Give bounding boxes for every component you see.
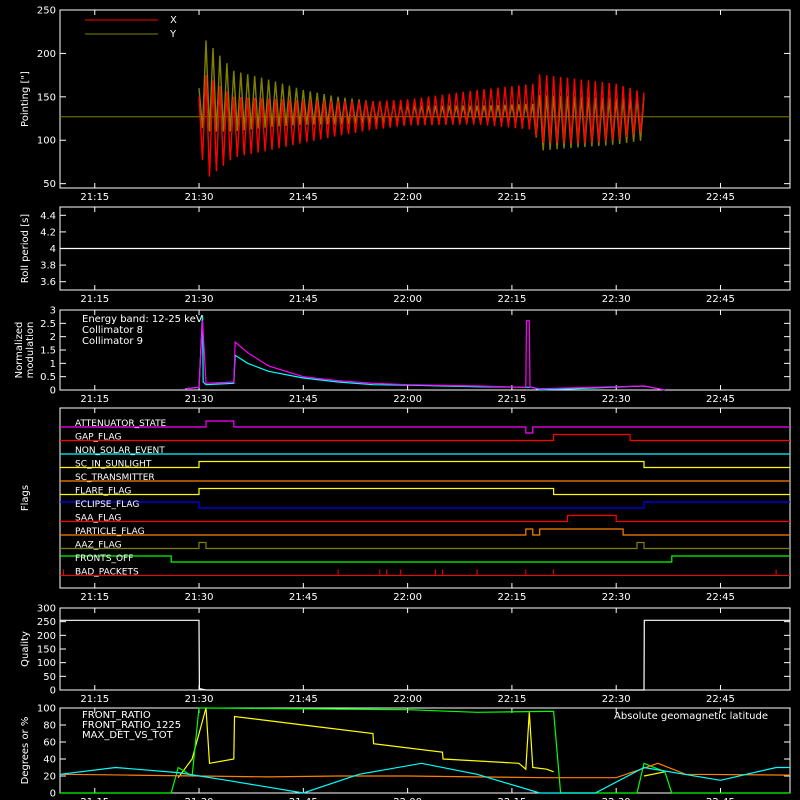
y-tick-label: 2.5 [40,319,56,330]
legend-label: Collimator 8 [82,325,143,336]
x-tick-label: 22:45 [706,694,735,705]
x-tick-label: 22:00 [393,592,422,603]
y-tick-label: 200 [37,49,56,60]
x-tick-label: 22:00 [393,294,422,305]
x-tick-label: 21:45 [289,592,318,603]
x-tick-label: 21:15 [80,592,109,603]
y-tick-label: 40 [43,755,56,766]
y-tick-label: 150 [37,92,56,103]
y-tick-label: 0 [50,686,56,697]
y-tick-label: 20 [43,772,56,783]
x-tick-label: 22:45 [706,294,735,305]
legend-label: Y [169,29,177,40]
y-axis-label: Quality [20,631,31,667]
y-tick-label: 50 [43,179,56,190]
flag-label: ECLIPSE_FLAG [75,500,139,510]
y-tick-label: 3.8 [40,261,56,272]
x-tick-label: 21:30 [185,294,214,305]
y-tick-label: 3.6 [40,277,56,288]
y-tick-label: 1 [50,359,56,370]
x-tick-label: 21:45 [289,192,318,203]
y-tick-label: 0 [50,789,56,800]
y-axis-label: Degrees or % [20,717,31,785]
x-tick-label: 22:15 [497,592,526,603]
x-tick-label: 21:45 [289,394,318,405]
legend-label: X [170,15,177,26]
annotation: Absolute geomagnetic latitude [614,711,768,722]
x-tick-label: 21:30 [185,192,214,203]
y-axis-label: Flags [20,485,31,511]
y-tick-label: 50 [43,672,56,683]
x-tick-label: 22:45 [706,394,735,405]
legend-label: Collimator 9 [82,336,143,347]
x-tick-label: 22:15 [497,394,526,405]
y-tick-label: 150 [37,645,56,656]
y-tick-label: 1.5 [40,346,56,357]
x-tick-label: 22:00 [393,694,422,705]
x-tick-label: 22:00 [393,394,422,405]
y-tick-label: 100 [37,658,56,669]
x-tick-label: 21:15 [80,294,109,305]
x-tick-label: 22:15 [497,694,526,705]
y-tick-label: 4.2 [40,227,56,238]
y-tick-label: 300 [37,604,56,615]
y-tick-label: 200 [37,631,56,642]
y-axis-label: Roll period [s] [20,214,31,283]
flag-label: SC_IN_SUNLIGHT [75,460,152,470]
y-tick-label: 0.5 [40,372,56,383]
flag-label: BAD_PACKETS [75,568,139,578]
flag-label: ATTENUATOR_STATE [75,419,167,429]
flag-label: AAZ_FLAG [75,541,122,551]
x-tick-label: 21:15 [80,192,109,203]
x-tick-label: 22:00 [393,192,422,203]
x-tick-label: 22:30 [602,192,631,203]
flag-label: SC_TRANSMITTER [75,473,155,483]
y-tick-label: 250 [37,6,56,17]
y-tick-label: 250 [37,617,56,628]
x-tick-label: 21:30 [185,694,214,705]
y-tick-label: 60 [43,738,56,749]
x-tick-label: 22:30 [602,694,631,705]
y-axis-label: Pointing ["] [20,71,31,127]
x-tick-label: 22:30 [602,592,631,603]
y-tick-label: 100 [37,704,56,715]
y-tick-label: 2 [50,332,56,343]
x-tick-label: 21:45 [289,294,318,305]
flag-label: PARTICLE_FLAG [75,527,145,537]
x-tick-label: 22:45 [706,192,735,203]
flag-label: FLARE_FLAG [75,487,131,497]
legend-label: MAX_DET_VS_TOT [82,730,174,741]
x-tick-label: 22:30 [602,394,631,405]
annotation: Energy band: 12-25 keV [82,314,203,325]
flag-label: GAP_FLAG [75,433,121,443]
x-tick-label: 21:15 [80,394,109,405]
x-tick-label: 21:30 [185,592,214,603]
y-tick-label: 100 [37,136,56,147]
y-tick-label: 0 [50,386,56,397]
y-axis-label: modulation [25,322,36,379]
y-tick-label: 3 [50,306,56,317]
flag-label: NON_SOLAR_EVENT [75,446,165,456]
x-tick-label: 22:15 [497,294,526,305]
y-tick-label: 4 [50,244,56,255]
flag-label: FRONTS_OFF [75,554,133,564]
x-tick-label: 22:45 [706,592,735,603]
x-tick-label: 21:30 [185,394,214,405]
rhessi-quicklook-chart: 21:15 21:30 21:45 22:00 22:15 22:30 22:4550100… [0,0,800,800]
x-tick-label: 22:15 [497,192,526,203]
flag-label: SAA_FLAG [75,514,121,524]
y-tick-label: 80 [43,721,56,732]
x-tick-label: 21:15 [80,694,109,705]
x-tick-label: 22:30 [602,294,631,305]
x-tick-label: 21:45 [289,694,318,705]
y-axis-label: Normalized [14,322,25,379]
y-tick-label: 4.4 [40,211,56,222]
